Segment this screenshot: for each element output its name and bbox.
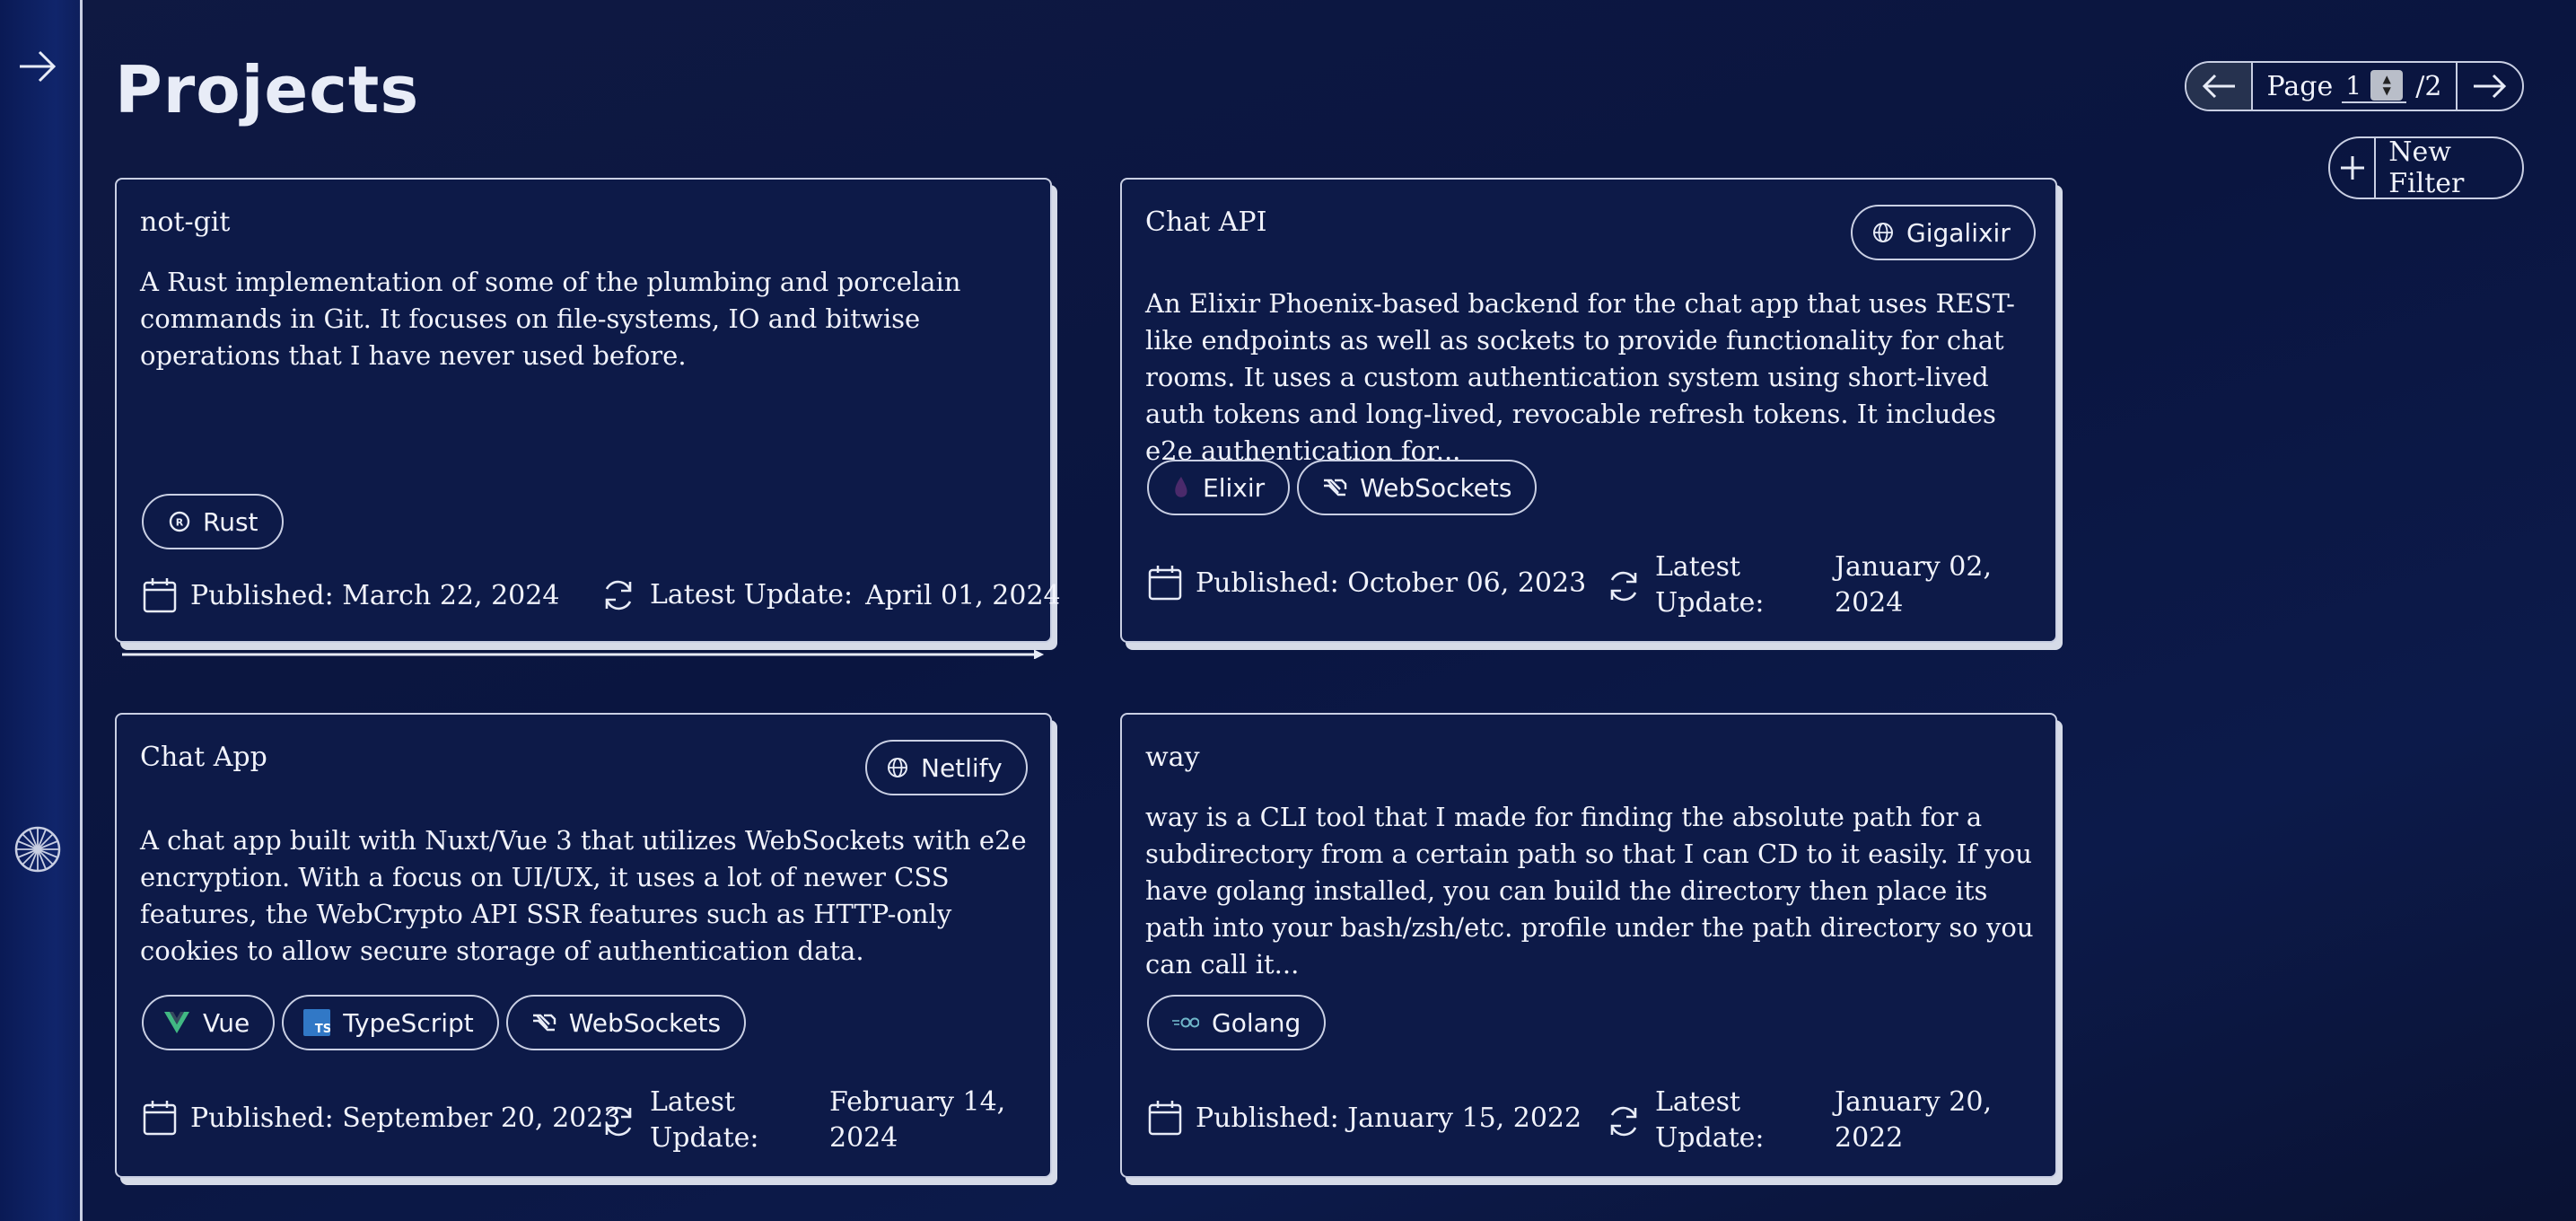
tag-label: Vue — [203, 1007, 250, 1038]
tag-label: Elixir — [1203, 472, 1266, 503]
page-total: /2 — [2415, 70, 2442, 102]
card-meta: Published: March 22, 2024 Latest Update:… — [142, 576, 1061, 614]
tag-elixir[interactable]: Elixir — [1147, 460, 1291, 515]
wheel-icon — [14, 826, 61, 873]
published-text: Published: January 15, 2022 — [1196, 1102, 1582, 1134]
update-label: Latest Update: — [1655, 551, 1765, 619]
update-label: Latest Update: — [1655, 1086, 1765, 1154]
tag-websockets[interactable]: WebSockets — [1297, 460, 1538, 515]
update-date: January 02, 2024 — [1835, 551, 1992, 619]
arrow-right-icon — [2474, 74, 2507, 99]
typescript-icon: TS — [303, 1009, 331, 1036]
published-text: Published: September 20, 2023 — [190, 1102, 621, 1134]
tag-label: Golang — [1212, 1007, 1301, 1038]
host-label: Gigalixir — [1906, 217, 2011, 248]
svg-text:TS: TS — [315, 1023, 330, 1036]
page-number-input[interactable]: 1 ▲ ▼ — [2342, 69, 2407, 103]
project-card[interactable]: Chat API Gigalixir An Elixir Phoenix-bas… — [1120, 178, 2057, 643]
arrow-right-icon[interactable] — [16, 47, 59, 86]
next-page-button[interactable] — [2456, 63, 2522, 110]
page-label: Page — [2266, 70, 2334, 102]
vue-icon — [164, 1012, 189, 1033]
tag-list: Elixir WebSockets — [1147, 460, 1538, 515]
globe-icon — [1873, 223, 1893, 242]
update-date: April 01, 2024 — [865, 579, 1061, 611]
calendar-icon — [143, 578, 177, 613]
arrow-left-icon — [2202, 74, 2235, 99]
tag-typescript[interactable]: TS TypeScript — [282, 995, 499, 1050]
update-label: Latest Update: — [650, 1086, 759, 1154]
tag-label: WebSockets — [1360, 472, 1512, 503]
globe-icon — [888, 758, 907, 777]
plus-icon — [2330, 138, 2377, 198]
tag-label: WebSockets — [568, 1007, 722, 1038]
golang-icon — [1172, 1017, 1199, 1028]
latest-update: Latest Update: January 20, 2022 — [1605, 1085, 2036, 1160]
card-description: A chat app built with Nuxt/Vue 3 that ut… — [140, 825, 1027, 966]
websockets-icon — [532, 1014, 556, 1032]
published-date: Published: March 22, 2024 — [142, 576, 559, 614]
update-date: January 20, 2022 — [1835, 1086, 1992, 1154]
card-description: way is a CLI tool that I made for findin… — [1145, 802, 2034, 979]
calendar-icon — [143, 1101, 177, 1136]
card-description: A Rust implementation of some of the plu… — [140, 267, 961, 371]
project-card[interactable]: Chat App Netlify A chat app built with N… — [115, 713, 1052, 1178]
tag-list: Vue TS TypeScript WebSockets — [142, 995, 747, 1050]
page-number-value: 1 — [2345, 70, 2362, 101]
calendar-icon — [1148, 566, 1182, 601]
refresh-icon — [1610, 571, 1637, 602]
new-filter-button[interactable]: New Filter — [2328, 136, 2524, 199]
card-title: Chat App — [140, 742, 267, 773]
refresh-icon — [1610, 1106, 1637, 1137]
tag-vue[interactable]: Vue — [142, 995, 276, 1050]
page-stepper[interactable]: ▲ ▼ — [2370, 70, 2404, 101]
latest-update: Latest Update: April 01, 2024 — [600, 576, 1061, 614]
prev-page-button[interactable] — [2186, 63, 2253, 110]
calendar-icon — [1148, 1101, 1182, 1136]
websockets-icon — [1324, 479, 1347, 496]
latest-update: Latest Update: January 02, 2024 — [1605, 549, 2036, 625]
elixir-icon — [1175, 477, 1187, 497]
tag-list: Golang — [1147, 995, 1327, 1050]
project-card[interactable]: not-git A Rust implementation of some of… — [115, 178, 1061, 643]
card-title: not-git — [140, 206, 231, 238]
rust-icon: R — [169, 511, 190, 532]
tag-rust[interactable]: R Rust — [142, 494, 284, 549]
refresh-icon — [605, 580, 632, 610]
host-badge[interactable]: Netlify — [865, 740, 1028, 795]
update-label: Latest Update: — [650, 579, 854, 610]
page-title: Projects — [115, 52, 420, 127]
tag-list: R Rust — [142, 494, 284, 549]
page-indicator: Page 1 ▲ ▼ /2 — [2253, 69, 2456, 103]
card-title: Chat API — [1145, 206, 1267, 238]
pagination: Page 1 ▲ ▼ /2 — [2185, 61, 2524, 111]
refresh-icon — [605, 1106, 632, 1137]
published-date: Published: October 06, 2023 — [1147, 564, 1586, 602]
card-progress-bar — [122, 650, 1045, 659]
tag-label: TypeScript — [343, 1007, 474, 1038]
published-text: Published: March 22, 2024 — [190, 579, 560, 611]
update-date: February 14, 2024 — [829, 1086, 1006, 1154]
project-card[interactable]: way way is a CLI tool that I made for fi… — [1120, 713, 2057, 1178]
latest-update: Latest Update: February 14, 2024 — [600, 1085, 1030, 1160]
host-label: Netlify — [921, 752, 1003, 783]
tag-label: Rust — [203, 506, 258, 537]
tag-websockets[interactable]: WebSockets — [505, 995, 747, 1050]
published-text: Published: October 06, 2023 — [1196, 567, 1587, 599]
new-filter-label: New Filter — [2388, 136, 2465, 199]
card-description: An Elixir Phoenix-based backend for the … — [1145, 288, 2015, 466]
published-date: Published: January 15, 2022 — [1147, 1099, 1582, 1137]
published-date: Published: September 20, 2023 — [142, 1099, 620, 1137]
host-badge[interactable]: Gigalixir — [1851, 205, 2036, 260]
sidebar — [0, 0, 83, 1221]
tag-golang[interactable]: Golang — [1147, 995, 1327, 1050]
svg-text:R: R — [176, 517, 184, 529]
card-title: way — [1145, 742, 1200, 773]
